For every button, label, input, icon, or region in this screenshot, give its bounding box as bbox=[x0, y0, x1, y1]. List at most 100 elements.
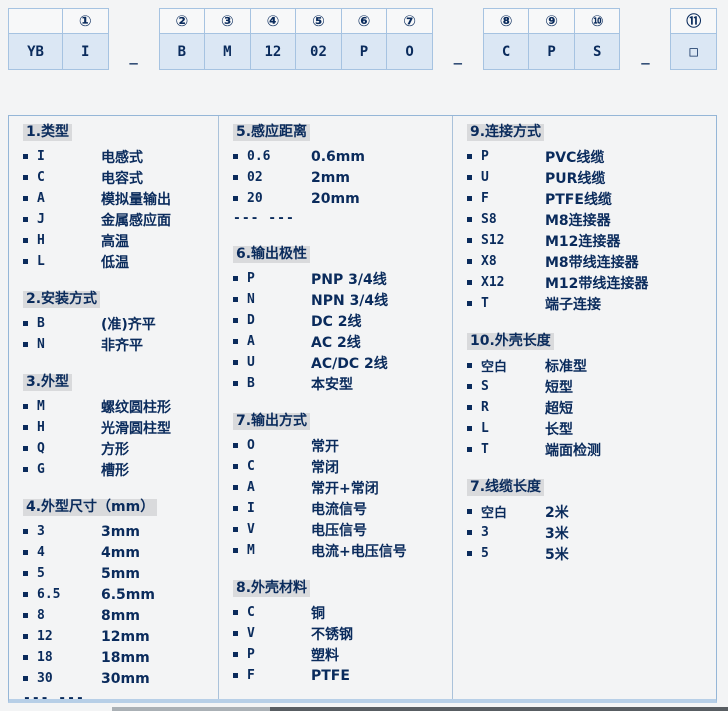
item-code: 0.6 bbox=[247, 149, 311, 164]
square-bullet-icon bbox=[23, 676, 28, 681]
cropped-next-row bbox=[0, 707, 728, 711]
legend-item: M螺纹圆柱形 bbox=[23, 396, 218, 417]
square-bullet-icon bbox=[467, 405, 472, 410]
square-bullet-icon bbox=[23, 175, 28, 180]
item-description: 电压信号 bbox=[311, 520, 367, 540]
item-description: AC 2线 bbox=[311, 332, 361, 352]
item-description: 塑料 bbox=[311, 645, 339, 665]
section-title: 8.外壳材料 bbox=[233, 580, 310, 597]
item-description: 常闭 bbox=[311, 457, 339, 477]
legend-item: 1212mm bbox=[23, 626, 218, 647]
square-bullet-icon bbox=[23, 550, 28, 555]
item-code: 3 bbox=[481, 525, 545, 540]
square-bullet-icon bbox=[233, 175, 238, 180]
code-cell-number: ⑦ bbox=[387, 9, 432, 34]
item-description: 短型 bbox=[545, 377, 573, 397]
item-code: S8 bbox=[481, 212, 545, 227]
item-description: 18mm bbox=[101, 650, 150, 666]
item-code: I bbox=[247, 501, 311, 516]
item-code: P bbox=[247, 647, 311, 662]
item-code: N bbox=[37, 337, 101, 352]
square-bullet-icon bbox=[467, 175, 472, 180]
item-code: X12 bbox=[481, 275, 545, 290]
item-description: 30mm bbox=[101, 671, 150, 687]
item-description: 方形 bbox=[101, 439, 129, 459]
item-code: A bbox=[37, 191, 101, 206]
square-bullet-icon bbox=[467, 530, 472, 535]
item-code: T bbox=[481, 442, 545, 457]
square-bullet-icon bbox=[23, 655, 28, 660]
item-code: B bbox=[37, 316, 101, 331]
square-bullet-icon bbox=[23, 467, 28, 472]
code-cell-number: ① bbox=[63, 9, 108, 34]
square-bullet-icon bbox=[23, 154, 28, 159]
item-description: (准)齐平 bbox=[101, 314, 156, 334]
item-description: 非齐平 bbox=[101, 335, 143, 355]
item-code: M bbox=[37, 399, 101, 414]
square-bullet-icon bbox=[233, 443, 238, 448]
item-description: 金属感应面 bbox=[101, 210, 171, 230]
square-bullet-icon bbox=[467, 551, 472, 556]
item-code: U bbox=[247, 355, 311, 370]
legend-item: UPUR线缆 bbox=[467, 167, 716, 188]
code-cell: ⑥P bbox=[341, 8, 388, 70]
item-code: F bbox=[481, 191, 545, 206]
legend-column-2: 5.感应距离0.60.6mm022mm2020mm--- ---6.输出极性PP… bbox=[219, 116, 453, 699]
item-description: M8连接器 bbox=[545, 210, 611, 230]
square-bullet-icon bbox=[233, 360, 238, 365]
legend-item: PPNP 3/4线 bbox=[233, 268, 452, 289]
item-code: N bbox=[247, 292, 311, 307]
code-cell: ⑩S bbox=[574, 8, 621, 70]
code-cell: ⑤02 bbox=[295, 8, 342, 70]
item-description: NPN 3/4线 bbox=[311, 290, 388, 310]
square-bullet-icon bbox=[233, 196, 238, 201]
square-bullet-icon bbox=[23, 196, 28, 201]
square-bullet-icon bbox=[233, 652, 238, 657]
item-description: 电流信号 bbox=[311, 499, 367, 519]
section-title: 7.线缆长度 bbox=[467, 479, 544, 496]
square-bullet-icon bbox=[467, 196, 472, 201]
legend-item: I电感式 bbox=[23, 146, 218, 167]
code-cell-number bbox=[9, 9, 62, 34]
code-cell-value: C bbox=[484, 34, 529, 69]
legend-section: 1.类型I电感式C电容式A模拟量输出J金属感应面H高温L低温 bbox=[23, 121, 218, 272]
item-code: 18 bbox=[37, 650, 101, 665]
item-description: 12mm bbox=[101, 629, 150, 645]
square-bullet-icon bbox=[467, 301, 472, 306]
code-cell-value: I bbox=[63, 34, 108, 69]
section-title: 2.安装方式 bbox=[23, 291, 100, 308]
square-bullet-icon bbox=[23, 571, 28, 576]
square-bullet-icon bbox=[233, 318, 238, 323]
legend-item: M电流+电压信号 bbox=[233, 540, 452, 561]
legend-section: 2.安装方式 B(准)齐平N非齐平 bbox=[23, 288, 218, 355]
legend-item: C电容式 bbox=[23, 167, 218, 188]
item-description: 标准型 bbox=[545, 356, 587, 376]
code-cell: YB bbox=[8, 8, 63, 70]
item-description: 5米 bbox=[545, 544, 569, 564]
legend-section: 7.线缆长度空白2米33米55米 bbox=[467, 476, 716, 564]
item-description: PVC线缆 bbox=[545, 147, 604, 167]
legend-section: 5.感应距离0.60.6mm022mm2020mm--- --- bbox=[233, 121, 452, 227]
item-code: T bbox=[481, 296, 545, 311]
square-bullet-icon bbox=[23, 238, 28, 243]
legend-item: A常开+常闭 bbox=[233, 477, 452, 498]
square-bullet-icon bbox=[23, 425, 28, 430]
square-bullet-icon bbox=[467, 447, 472, 452]
item-description: 低温 bbox=[101, 252, 129, 272]
item-description: 2米 bbox=[545, 502, 569, 522]
section-title: 9.连接方式 bbox=[467, 124, 544, 141]
legend-section: 4.外型尺寸（mm）33mm44mm55mm6.56.5mm88mm1212mm… bbox=[23, 496, 218, 707]
item-code: I bbox=[37, 149, 101, 164]
item-description: 长型 bbox=[545, 419, 573, 439]
code-cell-number: ⑪ bbox=[671, 9, 716, 34]
item-code: P bbox=[247, 271, 311, 286]
square-bullet-icon bbox=[23, 259, 28, 264]
item-code: 4 bbox=[37, 545, 101, 560]
ellipsis-dashes: --- --- bbox=[233, 209, 452, 227]
code-cell: ④12 bbox=[250, 8, 297, 70]
square-bullet-icon bbox=[23, 634, 28, 639]
section-title: 5.感应距离 bbox=[233, 124, 310, 141]
legend-item: V不锈钢 bbox=[233, 623, 452, 644]
square-bullet-icon bbox=[233, 673, 238, 678]
legend-item: 33mm bbox=[23, 521, 218, 542]
